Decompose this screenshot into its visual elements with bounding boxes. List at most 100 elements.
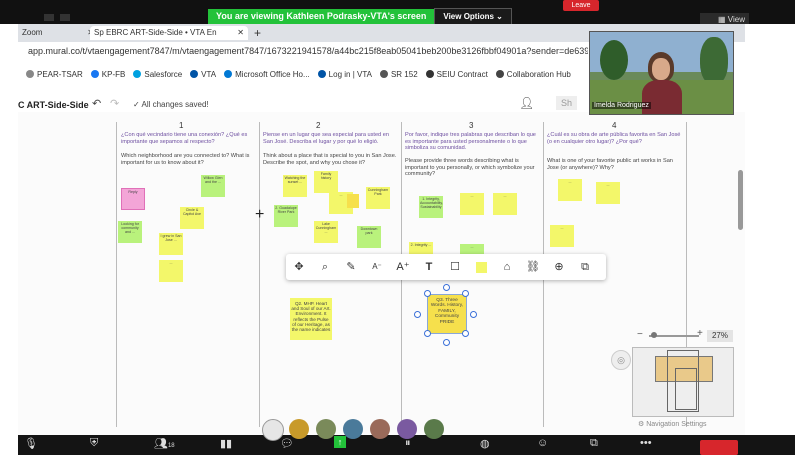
tag-icon[interactable]: ⌂ [494, 257, 520, 277]
avatar[interactable] [424, 419, 444, 439]
sticky-note[interactable]: Willow Glen and the ... [201, 175, 225, 197]
bookmark-item[interactable]: VTA [190, 70, 216, 79]
resize-handle[interactable] [424, 290, 431, 297]
sticky-note[interactable]: Cunningham Park [366, 187, 390, 209]
avatar[interactable] [316, 419, 336, 439]
shape-icon[interactable]: ☐ [442, 257, 468, 277]
resize-handle[interactable] [424, 330, 431, 337]
leave-button-bottom[interactable] [700, 440, 738, 455]
bookmark-item[interactable]: Log in | VTA [317, 70, 372, 79]
board-title[interactable]: C ART-Side-Side [18, 100, 89, 110]
globe-icon[interactable]: ◍ [480, 437, 490, 450]
sticky-note[interactable]: ... [493, 193, 517, 215]
bookmark-item[interactable]: KP-FB [90, 69, 126, 79]
participants-icon[interactable]: 👥︎18 [154, 437, 175, 450]
question-es: ¿Con qué vecindario tiene una conexión? … [121, 132, 248, 145]
bookmark-label: KP-FB [101, 69, 126, 79]
gear-icon: ⚙ [638, 421, 647, 428]
close-icon[interactable]: ✕ [237, 26, 244, 40]
smiley-icon[interactable]: ☺ [537, 437, 548, 449]
url-field[interactable]: app.mural.co/t/vtaengagement7847/m/vtaen… [28, 46, 588, 56]
pen-icon[interactable]: ✎ [338, 257, 364, 277]
sticky-note[interactable]: Lake Cunningham ... [314, 221, 338, 243]
pause-share-icon[interactable] [44, 14, 54, 21]
increase-text-icon[interactable]: A⁺ [390, 257, 416, 277]
sticky-note[interactable]: 2. Guadalupe River Park [274, 205, 298, 227]
canvas-scrollbar[interactable] [738, 170, 743, 230]
resize-handle[interactable] [470, 311, 477, 318]
avatar[interactable] [370, 419, 390, 439]
view-options-button[interactable]: View Options ⌄ [434, 8, 512, 25]
leave-button-top[interactable]: Leave [563, 0, 599, 11]
resize-handle[interactable] [462, 290, 469, 297]
sticky-note[interactable]: ... [596, 182, 620, 204]
user-icon[interactable]: 👤︎ [519, 96, 534, 110]
zoom-out-icon[interactable]: − [637, 329, 643, 340]
person-face [652, 58, 670, 80]
resize-handle[interactable] [414, 311, 421, 318]
sticky-note[interactable]: Downtown park [357, 226, 381, 248]
sticky-note[interactable]: Family history [314, 171, 338, 193]
add-comment-icon[interactable]: ⊕ [546, 257, 572, 277]
sticky-note[interactable]: I grew in San Jose ... [159, 233, 183, 255]
bookmark-label: Salesforce [144, 69, 183, 79]
stop-share-icon[interactable] [60, 14, 70, 21]
sticky-note[interactable]: Watching the sunset ... [283, 175, 307, 197]
polls-icon[interactable]: ▮▮ [220, 437, 232, 450]
tab-mural[interactable]: Sp EBRC ART-Side-Side • VTA En ✕ [90, 26, 248, 40]
sticky-note[interactable] [347, 194, 359, 208]
share-button[interactable]: Sh [556, 96, 578, 110]
redo-icon[interactable]: ↷ [110, 97, 119, 110]
color-swatch[interactable] [468, 257, 494, 277]
bookmark-item[interactable]: Salesforce [133, 70, 182, 79]
sticky-note[interactable]: ... [460, 244, 484, 254]
zoom-slider-thumb[interactable] [651, 332, 657, 338]
microphone-icon[interactable]: 🎙︎ [24, 437, 38, 450]
sticky-note[interactable]: Reply [121, 188, 145, 210]
move-icon[interactable]: ✥ [286, 257, 312, 277]
sticky-note[interactable]: Looking for community and ... [118, 221, 142, 243]
bookmark-label: VTA [201, 69, 217, 79]
question-es: ¿Cuál es su obra de arte pública favorit… [547, 132, 681, 145]
bookmark-item[interactable]: Microsoft Office Ho... [224, 70, 310, 79]
zoom-to-fit-icon[interactable]: ⌕ [312, 257, 338, 277]
resize-handle[interactable] [443, 339, 450, 346]
chat-icon[interactable]: 💬︎ [280, 437, 294, 450]
pause-share-icon[interactable]: ⏸︎ [405, 437, 411, 450]
navigation-settings[interactable]: ⚙ Navigation Settings [638, 420, 707, 428]
avatar[interactable] [343, 419, 363, 439]
avatar[interactable] [397, 419, 417, 439]
bookmark-item[interactable]: Collaboration Hub [495, 69, 571, 79]
link-icon[interactable]: ⛓︎ [520, 257, 546, 277]
resize-handle[interactable] [462, 330, 469, 337]
bookmark-item[interactable]: SR 152 [379, 70, 418, 79]
share-screen-icon[interactable]: ↑ [334, 436, 346, 448]
avatar[interactable] [289, 419, 309, 439]
bookmark-item[interactable]: SEIU Contract [425, 70, 488, 79]
sticky-note[interactable]: 1. Integrity, Accountability, Sustainabi… [419, 196, 443, 218]
sticky-note[interactable]: ... [558, 179, 582, 201]
minimap-toggle-icon[interactable]: ◎ [611, 350, 631, 370]
sticky-note[interactable]: ... [550, 225, 574, 247]
apps-icon[interactable]: ⧉ [590, 437, 598, 450]
sticky-note[interactable]: Q2. MHP. Heart and Soul of our Art. Envi… [290, 298, 332, 340]
sticky-note[interactable]: ... [159, 260, 183, 282]
decrease-text-icon[interactable]: A⁻ [364, 257, 390, 277]
rotate-handle[interactable] [443, 284, 450, 291]
new-tab-button[interactable]: + [250, 26, 265, 40]
sticky-note[interactable]: Circle & Capitol Ave [180, 207, 204, 229]
sticky-note[interactable]: ... [460, 193, 484, 215]
more-icon[interactable]: ••• [640, 437, 652, 449]
tab-zoom[interactable]: Zoom✕ [18, 26, 98, 40]
more-options-icon[interactable]: ⧉ [572, 257, 598, 277]
bookmark-item[interactable]: PEAR-TSAR [26, 70, 83, 79]
security-shield-icon[interactable]: ⛨ [90, 437, 98, 450]
minimap[interactable] [632, 347, 734, 417]
sticky-note[interactable]: 2. Integrity ... [409, 242, 433, 254]
bookmark-label: Collaboration Hub [506, 69, 571, 79]
zoom-in-icon[interactable]: + [697, 328, 703, 339]
text-format-icon[interactable]: T [416, 257, 442, 277]
undo-icon[interactable]: ↶ [92, 97, 101, 110]
selected-sticky-note[interactable]: Q3. Three Words. History, FAMILY, Commun… [427, 294, 467, 334]
zoom-level[interactable]: 27% [707, 330, 733, 342]
